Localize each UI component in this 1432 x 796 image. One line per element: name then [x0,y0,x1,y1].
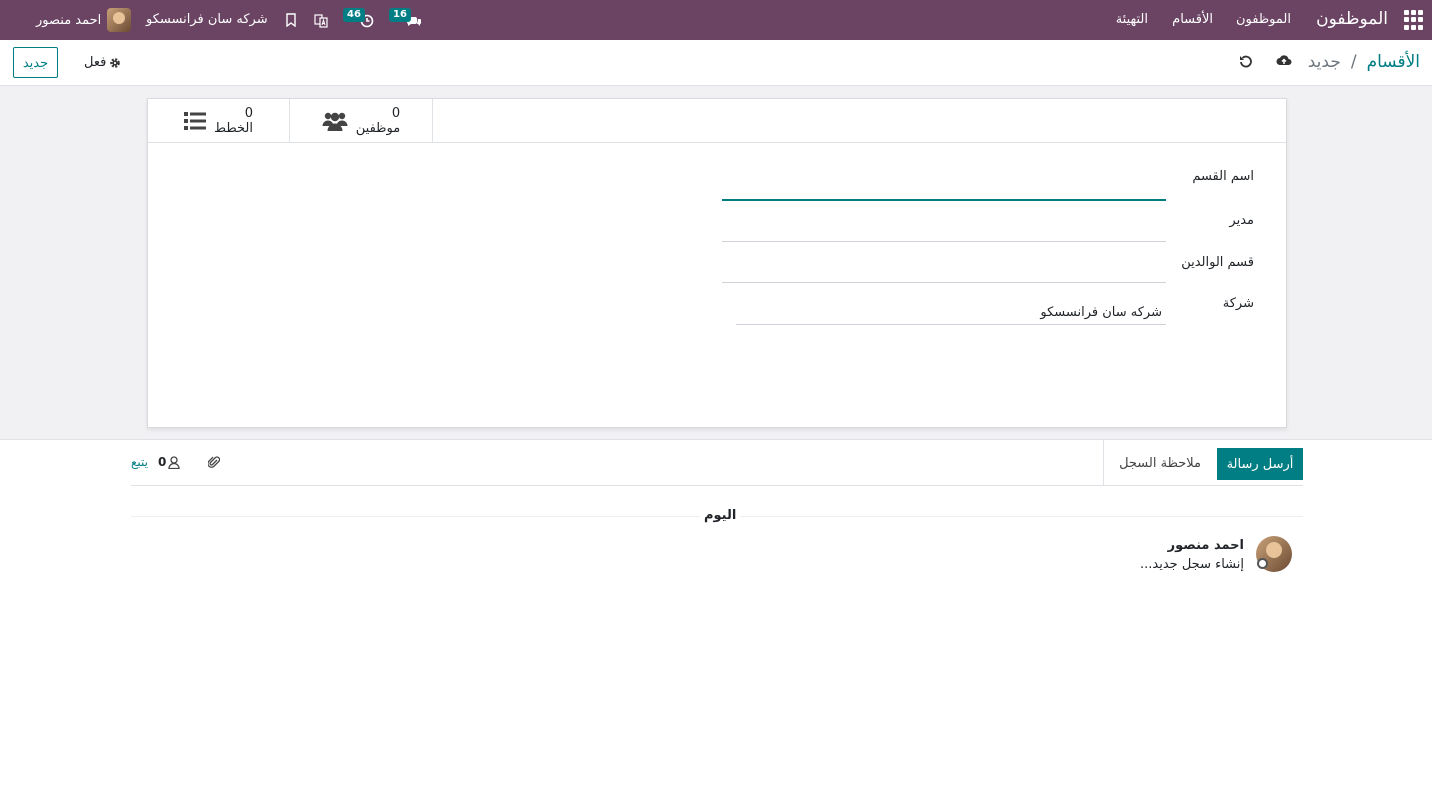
attachment-button[interactable] [208,455,221,469]
user-icon [168,455,180,469]
log-note-button[interactable]: ملاحظة السجل [1119,456,1201,471]
apps-menu-icon[interactable] [1404,10,1424,30]
breadcrumb-departments[interactable]: الأقسام [1367,52,1420,72]
gear-icon [110,57,121,68]
messages-badge: 16 [389,8,411,22]
breadcrumb: الأقسام / جديد [1308,52,1420,72]
company-switcher[interactable]: شركه سان فرانسسكو [146,12,268,27]
plans-stat-text: 0 الخطط [214,106,253,136]
new-button[interactable]: جديد [13,47,58,78]
form-sheet: 0 موظفين 0 الخطط اسم القسم مدير قسم الوا… [147,98,1287,428]
chatter-message: احمد منصور إنشاء سجل جديد... [1140,536,1292,574]
list-icon [184,112,207,130]
company-label: شركة [1222,296,1254,311]
user-avatar [107,8,132,32]
employees-stat-text: 0 موظفين [356,106,400,136]
users-icon [322,112,348,131]
date-separator: اليوم [700,508,741,523]
chatter-topbar: أرسل رسالة ملاحظة السجل يتبع 0 [131,440,1303,486]
follow-button[interactable]: يتبع [131,455,148,469]
parent-department-label: قسم الوالدين [1181,255,1254,270]
menu-configuration[interactable]: التهيئة [1116,12,1148,27]
undo-icon [1240,55,1252,68]
app-brand[interactable]: الموظفون [1316,9,1388,29]
save-button[interactable] [1276,54,1294,72]
message-author[interactable]: احمد منصور [1140,536,1244,555]
message-text: إنشاء سجل جديد... [1140,557,1244,572]
manager-label: مدير [1229,213,1254,228]
send-message-button[interactable]: أرسل رسالة [1217,448,1303,480]
control-panel: جديد فعل الأقسام / جديد [0,40,1432,86]
chatter-tools: يتبع 0 [131,455,221,469]
user-menu[interactable]: احمد منصور [36,8,132,32]
employees-label: موظفين [355,121,401,136]
button-box: 0 موظفين 0 الخطط [148,99,1286,143]
plans-stat-button[interactable]: 0 الخطط [148,99,290,143]
presence-status-icon [1257,558,1268,569]
message-body: احمد منصور إنشاء سجل جديد... [1140,536,1244,574]
parent-department-input[interactable] [722,261,1166,283]
activities-badge: 46 [343,8,365,22]
chatter: أرسل رسالة ملاحظة السجل يتبع 0 اليوم احم [0,440,1432,796]
manager-input[interactable] [722,220,1166,242]
translate-icon [314,14,328,28]
department-name-label: اسم القسم [1192,169,1254,184]
followers-count: 0 [157,455,167,469]
discard-button[interactable] [1239,54,1257,72]
chatter-divider [1103,440,1104,486]
top-navbar: الموظفون الموظفون الأقسام التهيئة 16 46 … [0,0,1432,40]
company-input[interactable] [736,301,1166,325]
action-menu-button[interactable]: فعل [84,55,121,70]
breadcrumb-separator: / [1350,52,1357,72]
department-name-input[interactable] [722,179,1166,201]
bookmark-systray[interactable] [285,12,299,28]
bookmark-icon [286,13,296,27]
cloud-upload-icon [1276,55,1292,65]
plans-label: الخطط [214,121,253,136]
menu-employees[interactable]: الموظفون [1236,12,1291,27]
employees-count: 0 [391,106,401,121]
user-name: احمد منصور [36,12,102,28]
breadcrumb-current: جديد [1307,52,1341,72]
employees-stat-button[interactable]: 0 موظفين [289,99,433,143]
followers-button[interactable]: 0 [158,455,180,469]
action-label: فعل [84,55,107,70]
plans-count: 0 [244,106,253,121]
language-systray[interactable] [314,12,330,28]
menu-departments[interactable]: الأقسام [1172,12,1213,27]
paperclip-icon [208,456,221,468]
